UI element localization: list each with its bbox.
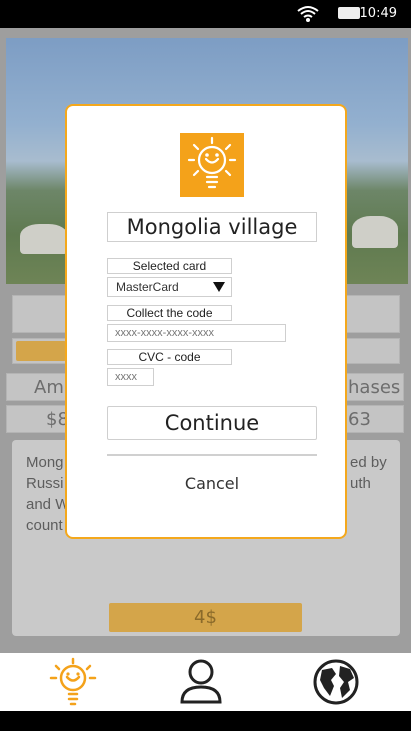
status-bar: 10:49 [0,0,411,28]
continue-button[interactable]: Continue [107,406,317,440]
payment-dialog: Mongolia village Selected card MasterCar… [65,104,347,539]
dialog-title: Mongolia village [107,212,317,242]
dropdown-arrow-icon [213,282,225,292]
card-select-value: MasterCard [116,280,179,294]
nav-item-world[interactable] [267,653,404,711]
system-nav-bar [0,711,411,731]
nav-item-ideas[interactable] [4,653,141,711]
yurt-left [20,224,68,254]
user-icon [179,659,222,704]
bg-stat-left: Am [34,377,64,398]
dialog-divider [107,454,317,456]
bg-price-button: 4$ [109,603,302,632]
battery-icon [338,7,360,19]
globe-icon [313,659,358,705]
wifi-icon [297,6,319,22]
bottom-nav [0,653,411,711]
lightbulb-icon [49,657,96,706]
yurt-right [352,216,398,248]
bg-description-left: Mong Russi and W count [26,454,70,534]
bg-stat-right: hases [348,377,401,398]
app-logo [180,133,244,197]
bg-progress-fill [16,341,66,361]
bg-description-right: ed by uth [350,454,387,492]
lightbulb-logo-icon [187,136,237,189]
selected-card-label: Selected card [107,258,232,274]
nav-item-profile[interactable] [132,653,269,711]
bg-price-right: 63 [348,409,371,430]
cancel-button[interactable]: Cancel [107,474,317,496]
collect-code-label: Collect the code [107,305,232,321]
card-number-input[interactable] [107,324,286,342]
cvc-input[interactable] [107,368,154,386]
card-select[interactable]: MasterCard [107,277,232,297]
status-time: 10:49 [359,6,397,21]
cvc-label: CVC - code [107,349,232,365]
